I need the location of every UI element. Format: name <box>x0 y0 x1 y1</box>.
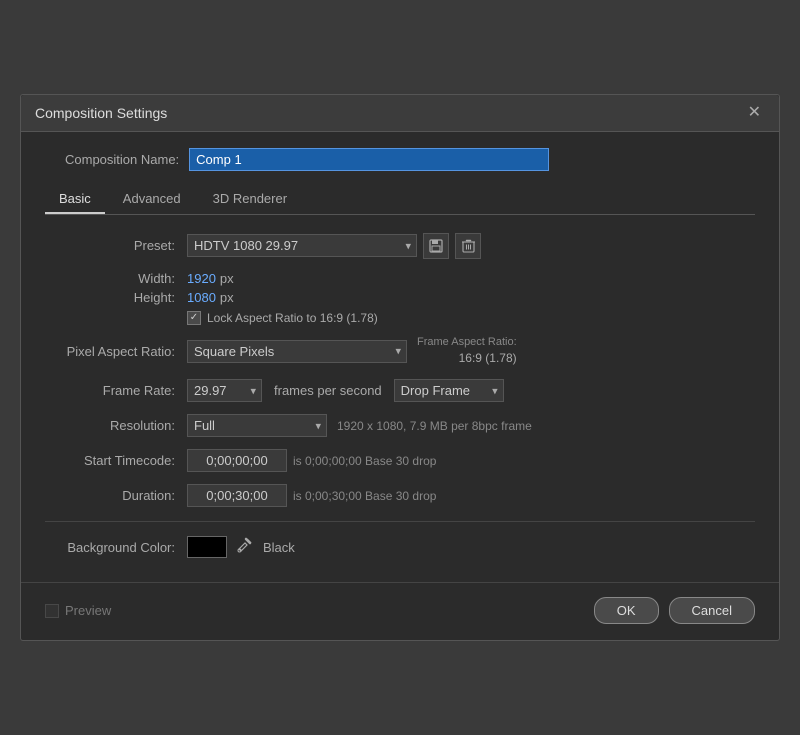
dialog-footer: Preview OK Cancel <box>21 582 779 640</box>
tab-3d-renderer[interactable]: 3D Renderer <box>199 185 301 214</box>
duration-label: Duration: <box>45 488 175 503</box>
par-controls: Square Pixels Frame Aspect Ratio: 16:9 (… <box>187 335 517 367</box>
resolution-controls: Full 1920 x 1080, 7.9 MB per 8bpc frame <box>187 414 532 437</box>
bg-color-controls: Black <box>187 536 295 558</box>
frame-aspect-ratio-box: Frame Aspect Ratio: 16:9 (1.78) <box>417 335 517 367</box>
bg-color-swatch[interactable] <box>187 536 227 558</box>
preset-select[interactable]: HDTV 1080 29.97 <box>187 234 417 257</box>
bg-color-name: Black <box>263 540 295 555</box>
comp-name-label: Composition Name: <box>65 152 179 167</box>
drop-frame-select[interactable]: Drop Frame <box>394 379 504 402</box>
bg-color-label: Background Color: <box>45 540 175 555</box>
tabs-container: Basic Advanced 3D Renderer <box>45 185 755 215</box>
ok-button[interactable]: OK <box>594 597 659 624</box>
cancel-button[interactable]: Cancel <box>669 597 755 624</box>
dialog-body: Composition Name: Basic Advanced 3D Rend… <box>21 132 779 582</box>
footer-buttons: OK Cancel <box>594 597 755 624</box>
eyedropper-button[interactable] <box>237 537 253 557</box>
comp-name-input[interactable] <box>189 148 549 171</box>
fps-select-wrapper: 29.97 <box>187 379 262 402</box>
resolution-row: Resolution: Full 1920 x 1080, 7.9 MB per… <box>45 414 755 437</box>
preset-row: Preset: HDTV 1080 29.97 <box>45 233 755 259</box>
duration-row: Duration: is 0;00;30;00 Base 30 drop <box>45 484 755 507</box>
frame-aspect-ratio-value: 16:9 (1.78) <box>417 350 517 367</box>
frame-rate-label: Frame Rate: <box>45 383 175 398</box>
composition-settings-dialog: Composition Settings ✕ Composition Name:… <box>20 94 780 641</box>
start-timecode-input[interactable] <box>187 449 287 472</box>
fps-select[interactable]: 29.97 <box>187 379 262 402</box>
bg-color-row: Background Color: Black <box>45 536 755 558</box>
title-bar: Composition Settings ✕ <box>21 95 779 132</box>
height-aspect-group: 1080 px ✓ Lock Aspect Ratio to 16:9 (1.7… <box>187 290 378 325</box>
tab-basic[interactable]: Basic <box>45 185 105 214</box>
lock-aspect-label: Lock Aspect Ratio to 16:9 (1.78) <box>207 311 378 325</box>
start-timecode-note: is 0;00;00;00 Base 30 drop <box>293 454 436 468</box>
preset-label: Preset: <box>45 238 175 253</box>
preset-select-wrapper: HDTV 1080 29.97 <box>187 234 417 257</box>
height-unit: px <box>220 290 234 305</box>
eyedropper-icon <box>237 537 253 553</box>
pixel-aspect-ratio-row: Pixel Aspect Ratio: Square Pixels Frame … <box>45 335 755 367</box>
resolution-label: Resolution: <box>45 418 175 433</box>
width-unit: px <box>220 271 234 286</box>
lock-aspect-checkbox[interactable]: ✓ <box>187 311 201 325</box>
width-label: Width: <box>45 271 175 286</box>
preset-controls: HDTV 1080 29.97 <box>187 233 481 259</box>
par-select[interactable]: Square Pixels <box>187 340 407 363</box>
frame-rate-row: Frame Rate: 29.97 frames per second Drop… <box>45 379 755 402</box>
height-label: Height: <box>45 290 175 305</box>
resolution-info: 1920 x 1080, 7.9 MB per 8bpc frame <box>337 419 532 433</box>
par-select-wrapper: Square Pixels <box>187 340 407 363</box>
frame-rate-controls: 29.97 frames per second Drop Frame <box>187 379 504 402</box>
duration-note: is 0;00;30;00 Base 30 drop <box>293 489 436 503</box>
height-value[interactable]: 1080 <box>187 290 216 305</box>
preview-checkbox[interactable] <box>45 604 59 618</box>
preview-check-row: Preview <box>45 603 111 618</box>
pixel-aspect-ratio-label: Pixel Aspect Ratio: <box>45 344 175 359</box>
width-row: Width: 1920 px <box>45 271 755 286</box>
tab-advanced[interactable]: Advanced <box>109 185 195 214</box>
resolution-select-wrapper: Full <box>187 414 327 437</box>
drop-frame-wrapper: Drop Frame <box>394 379 504 402</box>
aspect-lock-row: ✓ Lock Aspect Ratio to 16:9 (1.78) <box>187 311 378 325</box>
frame-aspect-ratio-label: Frame Aspect Ratio: <box>417 335 517 350</box>
height-aspect-row: Height: 1080 px ✓ Lock Aspect Ratio to 1… <box>45 290 755 325</box>
divider <box>45 521 755 522</box>
duration-input[interactable] <box>187 484 287 507</box>
close-button[interactable]: ✕ <box>744 105 765 121</box>
delete-preset-button[interactable] <box>455 233 481 259</box>
save-preset-button[interactable] <box>423 233 449 259</box>
dialog-title: Composition Settings <box>35 105 167 121</box>
resolution-select[interactable]: Full <box>187 414 327 437</box>
start-timecode-row: Start Timecode: is 0;00;00;00 Base 30 dr… <box>45 449 755 472</box>
width-value[interactable]: 1920 <box>187 271 216 286</box>
trash-icon <box>462 239 475 253</box>
preview-label: Preview <box>65 603 111 618</box>
comp-name-row: Composition Name: <box>45 148 755 171</box>
start-timecode-label: Start Timecode: <box>45 453 175 468</box>
save-icon <box>429 239 443 253</box>
fps-unit: frames per second <box>274 383 382 398</box>
